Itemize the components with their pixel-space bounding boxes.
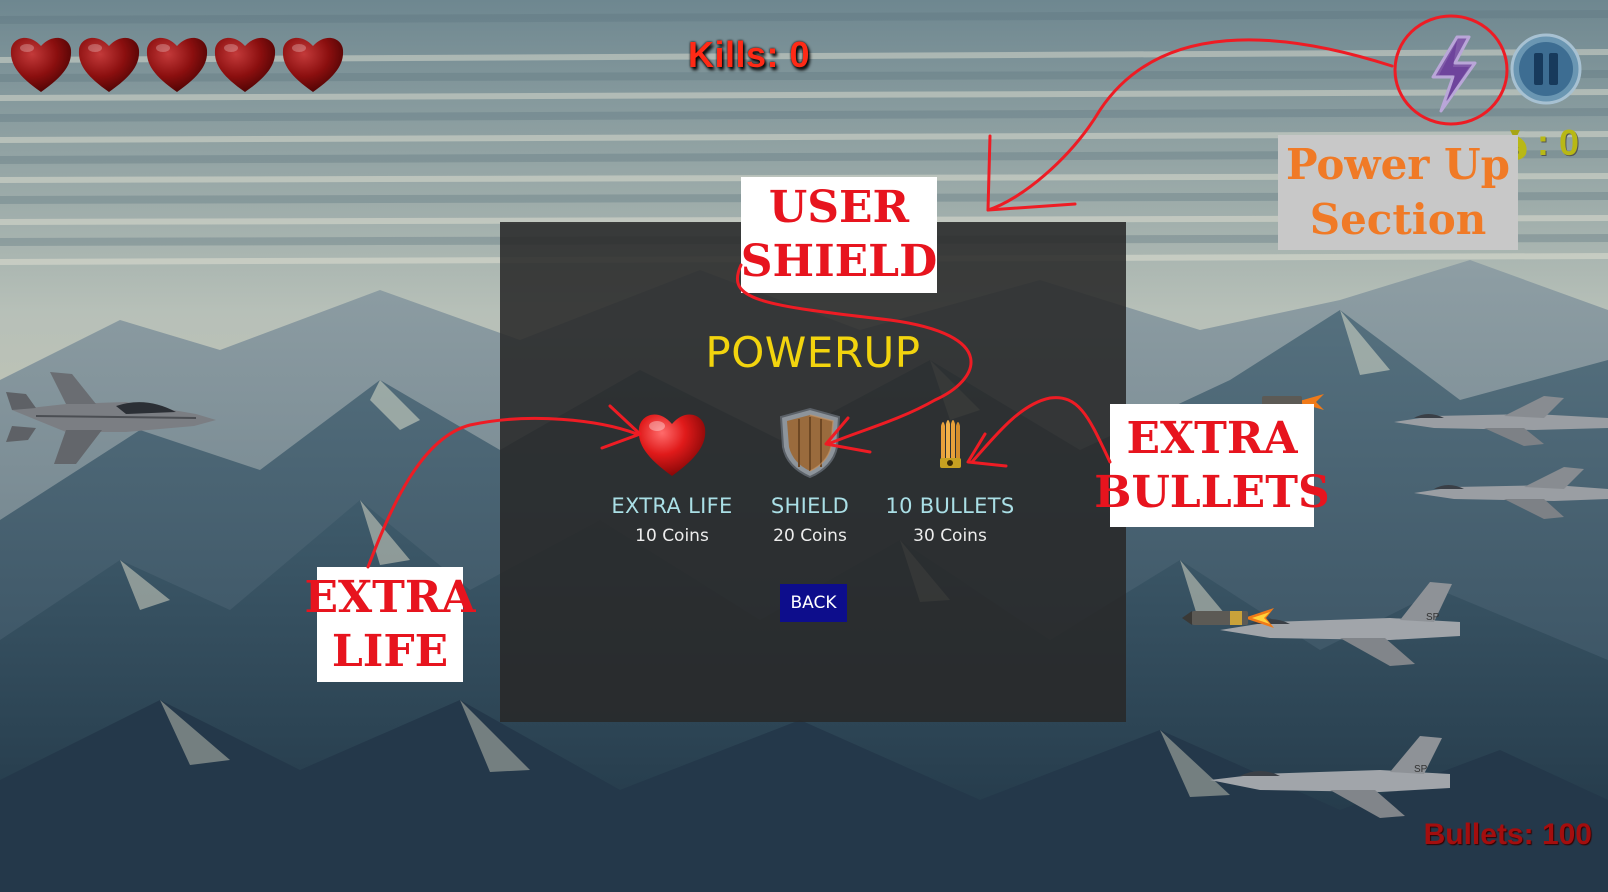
callout-line: USER xyxy=(768,182,910,234)
item-name: EXTRA LIFE xyxy=(611,494,733,518)
extra-life-item[interactable]: EXTRA LIFE 10 Coins xyxy=(592,400,752,546)
missile xyxy=(1182,608,1274,628)
back-button[interactable]: BACK xyxy=(780,584,847,622)
powerup-modal: POWERUP EXTRA LIFE 10 Coins SHIELD 20 Co… xyxy=(500,222,1126,722)
svg-text:SP: SP xyxy=(1426,612,1440,623)
callout-extra-life: EXTRA LIFE xyxy=(304,567,476,682)
callout-line: SHIELD xyxy=(740,236,938,287)
callout-line: LIFE xyxy=(331,625,449,677)
callout-extra-bullets: EXTRA BULLETS xyxy=(1094,404,1330,527)
power-up-button[interactable] xyxy=(1419,31,1487,115)
callout-line: EXTRA xyxy=(1126,412,1298,464)
heart-icon xyxy=(214,37,276,92)
bullets-counter: Bullets: 100 xyxy=(1423,818,1592,851)
callout-line: BULLETS xyxy=(1094,466,1330,518)
heart-icon xyxy=(146,37,208,92)
item-cost: 30 Coins xyxy=(913,526,987,546)
coins-value: : 0 xyxy=(1537,122,1580,163)
player-jet xyxy=(6,372,216,464)
lightning-bolt-icon xyxy=(1431,35,1477,113)
callout-line: Section xyxy=(1309,194,1487,244)
callout-line: EXTRA xyxy=(304,571,476,623)
item-name: 10 BULLETS xyxy=(885,494,1015,518)
heart-icon xyxy=(10,37,72,92)
svg-text:SP: SP xyxy=(1414,764,1428,775)
shield-icon xyxy=(779,407,841,479)
bullet-icon xyxy=(940,420,961,468)
enemy-jet xyxy=(1414,467,1608,519)
kills-counter: Kills: 0 xyxy=(688,34,811,75)
lives-display xyxy=(8,32,346,94)
item-name: SHIELD xyxy=(770,494,850,518)
modal-title: POWERUP xyxy=(705,328,921,377)
heart-icon xyxy=(78,37,140,92)
pause-icon xyxy=(1510,33,1582,105)
shield-item[interactable]: SHIELD 20 Coins xyxy=(730,400,890,546)
pause-button[interactable] xyxy=(1510,33,1582,105)
bullets-item[interactable]: 10 BULLETS 30 Coins xyxy=(870,400,1030,546)
callout-line: Power Up xyxy=(1285,139,1511,189)
callout-user-shield: USER SHIELD xyxy=(741,177,937,293)
heart-icon xyxy=(638,414,706,476)
enemy-jet xyxy=(1394,396,1608,446)
callout-power-up-section: Power Up Section xyxy=(1278,135,1518,250)
item-cost: 10 Coins xyxy=(635,526,709,546)
heart-icon xyxy=(282,37,344,92)
enemy-jet: SP xyxy=(1210,736,1450,818)
item-cost: 20 Coins xyxy=(773,526,847,546)
